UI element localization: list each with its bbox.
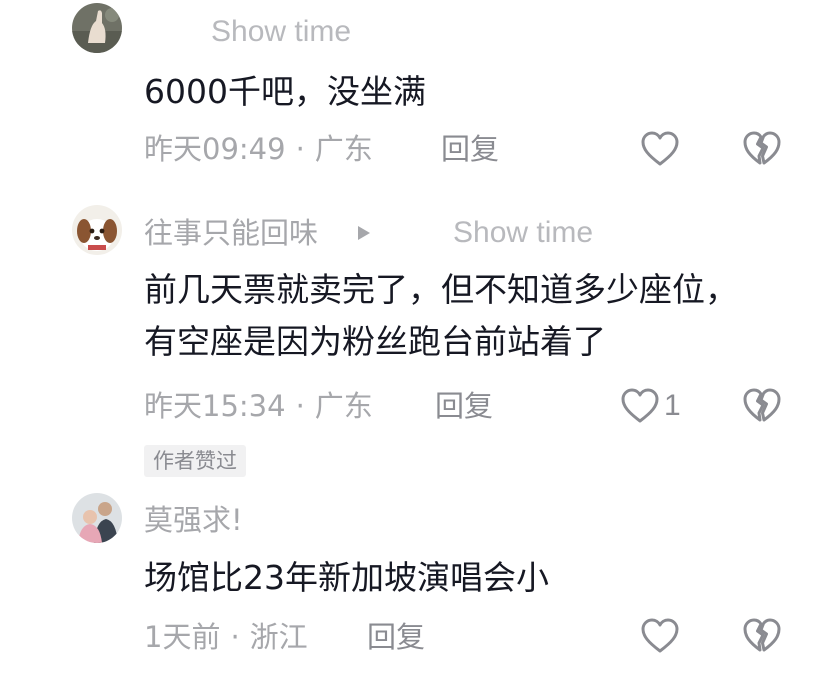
avatar[interactable] — [72, 3, 122, 53]
reply-button[interactable]: 回复 — [441, 132, 499, 166]
play-triangle-icon — [358, 226, 370, 240]
reply-button[interactable]: 回复 — [367, 620, 425, 654]
comment-text: 场馆比23年新加坡演唱会小 — [144, 552, 549, 604]
heart-outline-icon — [641, 131, 679, 166]
comment-time: 1天前 — [144, 620, 221, 654]
meta-separator: · — [230, 620, 240, 654]
avatar[interactable] — [72, 205, 122, 255]
broken-heart-icon — [743, 131, 781, 165]
reply-button[interactable]: 回复 — [435, 389, 493, 423]
comment-location: 浙江 — [249, 620, 308, 654]
comment-username[interactable]: 莫强求! — [144, 503, 243, 537]
heart-outline-icon — [641, 618, 679, 653]
avatar[interactable] — [72, 493, 122, 543]
like-button[interactable] — [640, 129, 680, 169]
dislike-button[interactable] — [742, 616, 782, 656]
comment-text: 6000千吧，没坐满 — [144, 66, 426, 118]
meta-separator: · — [295, 132, 305, 166]
heart-outline-icon — [621, 388, 659, 423]
comment-text-line: 场馆比23年新加坡演唱会小 — [144, 558, 549, 597]
like-button[interactable] — [640, 616, 680, 656]
comment-location: 广东 — [314, 389, 373, 423]
comment-text-line: 有空座是因为粉丝跑台前站着了 — [144, 322, 606, 361]
like-button[interactable]: 1 — [620, 386, 681, 426]
comment-meta: 昨天15:34 · 广东 — [144, 389, 373, 423]
author-liked-badge: 作者赞过 — [144, 445, 246, 477]
broken-heart-icon — [743, 618, 781, 652]
comment-text-line: 6000千吧，没坐满 — [144, 72, 426, 111]
dislike-button[interactable] — [742, 129, 782, 169]
comment-username[interactable]: 往事只能回味 — [144, 216, 318, 250]
comment-meta: 昨天09:49 · 广东 — [144, 132, 373, 166]
comment-time: 昨天09:49 — [144, 132, 286, 166]
comment-location: 广东 — [314, 132, 373, 166]
show-time-label: Show time — [453, 216, 594, 249]
comment-text-line: 前几天票就卖完了，但不知道多少座位， — [144, 270, 738, 309]
comment-meta: 1天前 · 浙江 — [144, 620, 308, 654]
meta-separator: · — [295, 389, 305, 423]
show-time-label: Show time — [211, 15, 352, 48]
comment-time: 昨天15:34 — [144, 389, 286, 423]
comment-text: 前几天票就卖完了，但不知道多少座位， 有空座是因为粉丝跑台前站着了 — [144, 264, 738, 368]
dislike-button[interactable] — [742, 386, 782, 426]
broken-heart-icon — [743, 388, 781, 422]
like-count: 1 — [664, 389, 681, 422]
